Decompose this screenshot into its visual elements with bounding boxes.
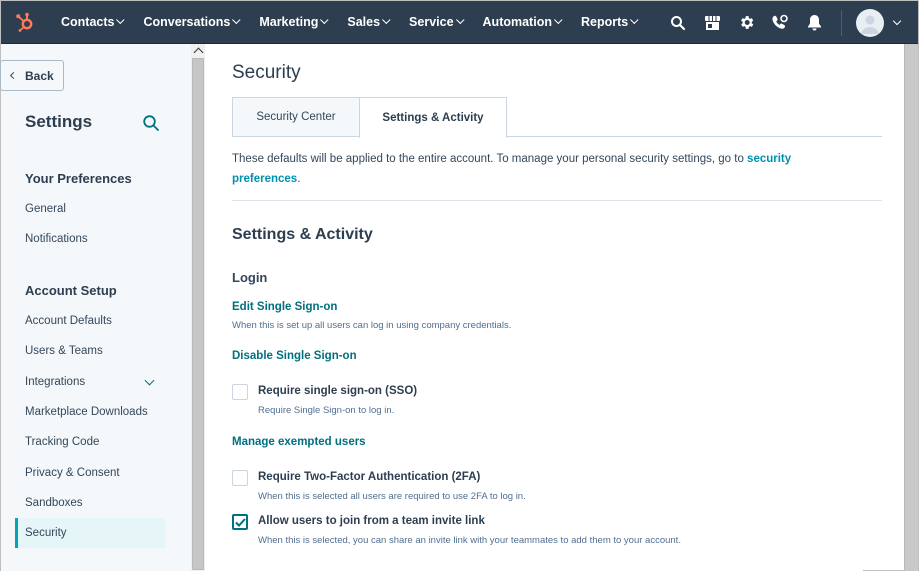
tab-label: Settings & Activity	[382, 112, 484, 124]
nav-sales[interactable]: Sales	[347, 15, 391, 29]
scroll-up-arrow-icon[interactable]	[193, 47, 204, 58]
sidebar-item-label: Integrations	[25, 376, 86, 388]
sidebar-item-label: Marketplace Downloads	[25, 406, 148, 418]
section-your-preferences: Your Preferences	[25, 171, 132, 186]
sidebar-item-privacy-consent[interactable]: Privacy & Consent	[15, 458, 165, 488]
sidebar-item-label: Account Defaults	[25, 315, 112, 327]
sidebar-scrollbar[interactable]	[191, 44, 205, 571]
manage-exempted-users-link[interactable]: Manage exempted users	[232, 436, 366, 448]
sidebar-item-label: Privacy & Consent	[25, 467, 120, 479]
chevron-down-icon	[554, 15, 563, 25]
nav-marketing-label: Marketing	[259, 15, 319, 29]
notifications-bell-icon[interactable]	[803, 12, 825, 34]
nav-reports[interactable]: Reports	[580, 15, 639, 29]
intro-text-body: These defaults will be applied to the en…	[232, 153, 748, 165]
nav-sales-label: Sales	[347, 15, 381, 29]
main-scrollbar[interactable]	[904, 44, 918, 571]
disable-sso-link[interactable]: Disable Single Sign-on	[232, 350, 357, 362]
tab-settings-activity[interactable]: Settings & Activity	[359, 97, 507, 138]
marketplace-icon[interactable]	[701, 12, 723, 34]
nav-utilities	[655, 1, 902, 44]
section-account-setup: Account Setup	[25, 283, 117, 298]
sidebar-item-notifications[interactable]: Notifications	[15, 224, 165, 254]
page-title: Security	[232, 62, 301, 83]
chevron-down-icon	[455, 15, 465, 25]
nav-automation[interactable]: Automation	[482, 15, 563, 29]
require-2fa-help: When this is selected all users are requ…	[258, 491, 526, 502]
sidebar-item-integrations[interactable]: Integrations	[15, 367, 165, 397]
nav-contacts[interactable]: Contacts	[61, 15, 126, 29]
chevron-down-icon	[232, 15, 241, 25]
sidebar-item-label: Users & Teams	[25, 345, 103, 357]
chevron-left-icon	[9, 71, 18, 80]
edit-sso-link[interactable]: Edit Single Sign-on	[232, 301, 337, 313]
main-content: Security Security Center Settings & Acti…	[205, 44, 882, 571]
invite-link-checkbox[interactable]	[232, 514, 248, 530]
intro-text-end: .	[297, 173, 301, 185]
user-avatar[interactable]	[856, 8, 884, 37]
tab-bar: Security Center Settings & Activity	[232, 97, 882, 138]
login-heading: Login	[232, 270, 268, 285]
nav-reports-label: Reports	[580, 15, 629, 29]
require-2fa-checkbox[interactable]	[232, 470, 248, 486]
require-2fa-label: Require Two-Factor Authentication (2FA)	[258, 471, 481, 483]
intro-text: These defaults will be applied to the en…	[232, 149, 832, 189]
section-divider	[232, 200, 882, 201]
nav-contacts-label: Contacts	[61, 15, 115, 29]
nav-marketing[interactable]: Marketing	[259, 15, 329, 29]
sidebar-item-label: Notifications	[25, 233, 88, 245]
search-icon[interactable]	[667, 12, 689, 34]
require-sso-row: Require single sign-on (SSO)	[232, 383, 417, 400]
sidebar-item-label: General	[25, 203, 66, 215]
nav-automation-label: Automation	[482, 15, 552, 29]
sidebar-item-sandboxes[interactable]: Sandboxes	[15, 488, 165, 518]
sidebar-item-account-defaults[interactable]: Account Defaults	[15, 306, 165, 336]
settings-sidebar: Back Settings Your Preferences General N…	[0, 44, 191, 571]
require-2fa-row: Require Two-Factor Authentication (2FA)	[232, 469, 480, 486]
top-navigation-bar: Contacts Conversations Marketing Sales S…	[1, 1, 918, 44]
hubspot-logo-icon[interactable]	[3, 1, 47, 44]
sidebar-title: Settings	[25, 112, 93, 131]
sidebar-item-security[interactable]: Security	[15, 518, 165, 548]
nav-service-label: Service	[409, 15, 454, 29]
section-title: Settings & Activity	[232, 226, 373, 243]
nav-conversations[interactable]: Conversations	[143, 15, 241, 29]
require-sso-label: Require single sign-on (SSO)	[258, 385, 418, 397]
chevron-down-icon[interactable]	[144, 375, 155, 386]
invite-link-row: Allow users to join from a team invite l…	[232, 513, 485, 530]
tab-security-center[interactable]: Security Center	[232, 97, 360, 137]
sidebar-item-marketplace-downloads[interactable]: Marketplace Downloads	[15, 397, 165, 427]
main-nav-menu: Contacts Conversations Marketing Sales S…	[61, 15, 657, 29]
chevron-down-icon	[382, 15, 391, 25]
sidebar-item-label: Tracking Code	[25, 436, 100, 448]
sidebar-item-tracking-code[interactable]: Tracking Code	[15, 427, 165, 457]
invite-link-help: When this is selected, you can share an …	[258, 535, 681, 546]
sidebar-item-label: Security	[25, 527, 67, 539]
back-label: Back	[25, 68, 54, 83]
sidebar-scrollbar-thumb[interactable]	[192, 58, 204, 570]
chevron-down-icon	[116, 15, 126, 25]
sidebar-item-users-teams[interactable]: Users & Teams	[15, 336, 165, 366]
checkmark-icon	[234, 517, 246, 527]
invite-link-label: Allow users to join from a team invite l…	[258, 515, 485, 527]
require-sso-checkbox[interactable]	[232, 384, 248, 400]
back-button[interactable]: Back	[0, 60, 64, 91]
chevron-down-icon	[630, 15, 639, 25]
search-icon[interactable]	[142, 114, 160, 132]
chevron-down-icon	[320, 15, 329, 25]
edit-sso-help: When this is set up all users can log in…	[232, 320, 512, 331]
sidebar-item-label: Sandboxes	[25, 497, 83, 509]
require-sso-help: Require Single Sign-on to log in.	[258, 405, 395, 416]
nav-service[interactable]: Service	[409, 15, 465, 29]
calling-icon[interactable]	[769, 12, 791, 34]
nav-conversations-label: Conversations	[143, 15, 231, 29]
tab-label: Security Center	[256, 111, 336, 123]
settings-gear-icon[interactable]	[735, 12, 757, 34]
chevron-down-icon[interactable]	[892, 16, 902, 26]
nav-divider	[841, 9, 842, 36]
sidebar-item-general[interactable]: General	[15, 194, 165, 224]
